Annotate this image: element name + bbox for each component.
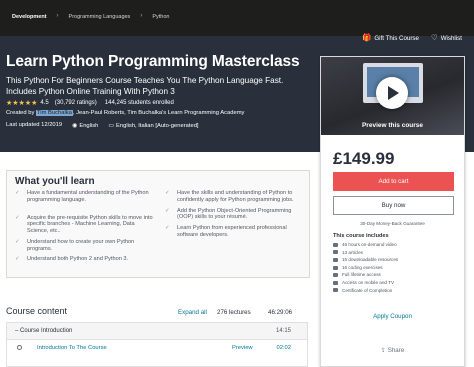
- lecture-title[interactable]: Introduction To The Course: [37, 345, 107, 351]
- guarantee-text: 30-Day Money-Back Guarantee: [360, 221, 425, 226]
- include-lifetime: Full lifetime access: [342, 272, 381, 278]
- purchase-card: Preview this course £149.99 Add to cart …: [320, 56, 465, 367]
- list-item: Access on mobile and TV: [333, 279, 398, 287]
- add-to-cart-button[interactable]: Add to cart: [333, 172, 454, 191]
- wishlist-label: Wishlist: [440, 35, 462, 42]
- download-icon: [333, 257, 338, 262]
- lecture-row[interactable]: Introduction To The Course Preview 02:02: [7, 340, 307, 356]
- learn-item: Learn Python from experienced profession…: [165, 225, 305, 239]
- last-updated: Last updated 12/2019: [6, 122, 63, 128]
- expand-all-button[interactable]: Expand all: [178, 309, 207, 316]
- learn-item: Understand both Python 2 and Python 3.: [15, 256, 155, 263]
- gift-label: Gift This Course: [374, 35, 419, 42]
- section-duration: 14:15: [275, 328, 291, 334]
- created-by-label: Created by: [6, 110, 35, 116]
- learn-heading: What you'll learn: [15, 176, 95, 187]
- breadcrumb-development[interactable]: Development: [12, 14, 47, 20]
- include-video: 46 hours on-demand video: [342, 242, 397, 247]
- learn-item: Have a fundamental understanding of the …: [15, 190, 155, 204]
- captions: ▭ English, Italian [Auto-generated]: [108, 122, 198, 129]
- course-meta: Last updated 12/2019 ◉ English ▭ English, …: [6, 122, 199, 129]
- instructor-link[interactable]: Tim Buchalka: [35, 110, 73, 116]
- gift-course-button[interactable]: 🎁 Gift This Course: [362, 33, 419, 42]
- list-item: Full lifetime access: [333, 271, 398, 279]
- learn-list-right: Have the skills and understanding of Pyt…: [165, 190, 305, 239]
- learn-item: Add the Python Object-Oriented Programmi…: [165, 208, 305, 222]
- course-title: Learn Python Programming Masterclass: [6, 53, 300, 70]
- buy-now-button[interactable]: Buy now: [333, 196, 454, 215]
- include-mobile: Access on mobile and TV: [342, 279, 395, 285]
- globe-icon: ◉: [72, 123, 78, 129]
- include-resources: 15 downloadable resources: [342, 257, 399, 263]
- lecture-preview-link[interactable]: Preview: [232, 345, 253, 351]
- include-exercises: 16 coding exercises: [342, 264, 383, 270]
- section-title: – Course Introduction: [15, 328, 72, 334]
- lecture-count: 276 lectures: [217, 309, 251, 316]
- breadcrumb: Development › Programming Languages › Py…: [0, 0, 474, 36]
- total-duration: 46:29:06: [268, 309, 293, 316]
- play-icon[interactable]: [376, 77, 408, 109]
- course-subtitle: This Python For Beginners Course Teaches…: [6, 76, 284, 96]
- code-icon: [333, 265, 338, 270]
- breadcrumb-separator: ›: [140, 13, 143, 19]
- gift-icon: 🎁: [362, 33, 372, 42]
- learn-list-left: Have a fundamental understanding of the …: [15, 190, 155, 265]
- article-icon: [333, 250, 338, 255]
- infinity-icon: [333, 273, 338, 278]
- rating-row: ★★★★★ 4.5 (30,792 ratings) 144,245 stude…: [6, 99, 174, 107]
- what-youll-learn: What you'll learn Have a fundamental und…: [6, 170, 310, 278]
- learn-item: Understand how to create your own Python…: [15, 239, 155, 253]
- lecture-duration: 02:02: [276, 345, 291, 351]
- mobile-icon: [333, 280, 338, 285]
- instructor-list[interactable]: , Jean-Paul Roberts, Tim Buchalka's Lear…: [73, 110, 245, 116]
- share-label: Share: [387, 347, 405, 354]
- curriculum-section: – Course Introduction 14:15 Introduction…: [6, 322, 308, 367]
- list-item: 15 downloadable resources: [333, 256, 398, 264]
- captions-icon: ▭: [108, 123, 115, 129]
- list-item: 16 coding exercises: [333, 264, 398, 272]
- breadcrumb-python[interactable]: Python: [152, 14, 169, 20]
- language-label: English: [79, 123, 99, 129]
- list-item: 46 hours on-demand video: [333, 241, 398, 249]
- share-icon: ⇪: [380, 347, 388, 354]
- section-header[interactable]: – Course Introduction 14:15: [7, 323, 307, 340]
- course-content-heading: Course content: [6, 306, 68, 316]
- section-title-label: Course Introduction: [20, 328, 73, 334]
- list-item: Certificate of Completion: [333, 287, 398, 295]
- language: ◉ English: [72, 122, 98, 129]
- students-enrolled: 144,245 students enrolled: [104, 100, 174, 106]
- play-circle-icon: [17, 345, 22, 350]
- rating-value: 4.5: [40, 100, 49, 106]
- star-rating-icon: ★★★★★: [6, 100, 38, 107]
- includes-heading: This course includes: [333, 233, 389, 239]
- price: £149.99: [333, 149, 395, 168]
- heart-icon: ♡: [430, 33, 438, 42]
- wishlist-button[interactable]: ♡ Wishlist: [431, 33, 462, 42]
- created-by: Created by Tim Buchalka, Jean-Paul Rober…: [6, 110, 244, 116]
- includes-list: 46 hours on-demand video 13 articles 15 …: [333, 241, 398, 294]
- include-articles: 13 articles: [342, 249, 363, 255]
- list-item: 13 articles: [333, 249, 398, 257]
- learn-item: Acquire the pre-requisite Python skills …: [15, 215, 155, 235]
- breadcrumb-separator: ›: [56, 13, 59, 19]
- course-preview[interactable]: Preview this course: [321, 57, 464, 135]
- video-icon: [333, 242, 338, 247]
- preview-label: Preview this course: [361, 122, 424, 129]
- certificate-icon: [333, 288, 338, 293]
- rating-count[interactable]: (30,792 ratings): [55, 100, 97, 106]
- learn-item: Have the skills and understanding of Pyt…: [165, 190, 305, 204]
- captions-label: English, Italian [Auto-generated]: [116, 123, 199, 129]
- apply-coupon-link[interactable]: Apply Coupon: [321, 313, 464, 320]
- share-button[interactable]: ⇪ Share: [321, 347, 464, 354]
- breadcrumb-programming-languages[interactable]: Programming Languages: [69, 14, 131, 20]
- include-certificate: Certificate of Completion: [342, 287, 393, 293]
- top-actions: 🎁 Gift This Course ♡ Wishlist: [362, 33, 462, 42]
